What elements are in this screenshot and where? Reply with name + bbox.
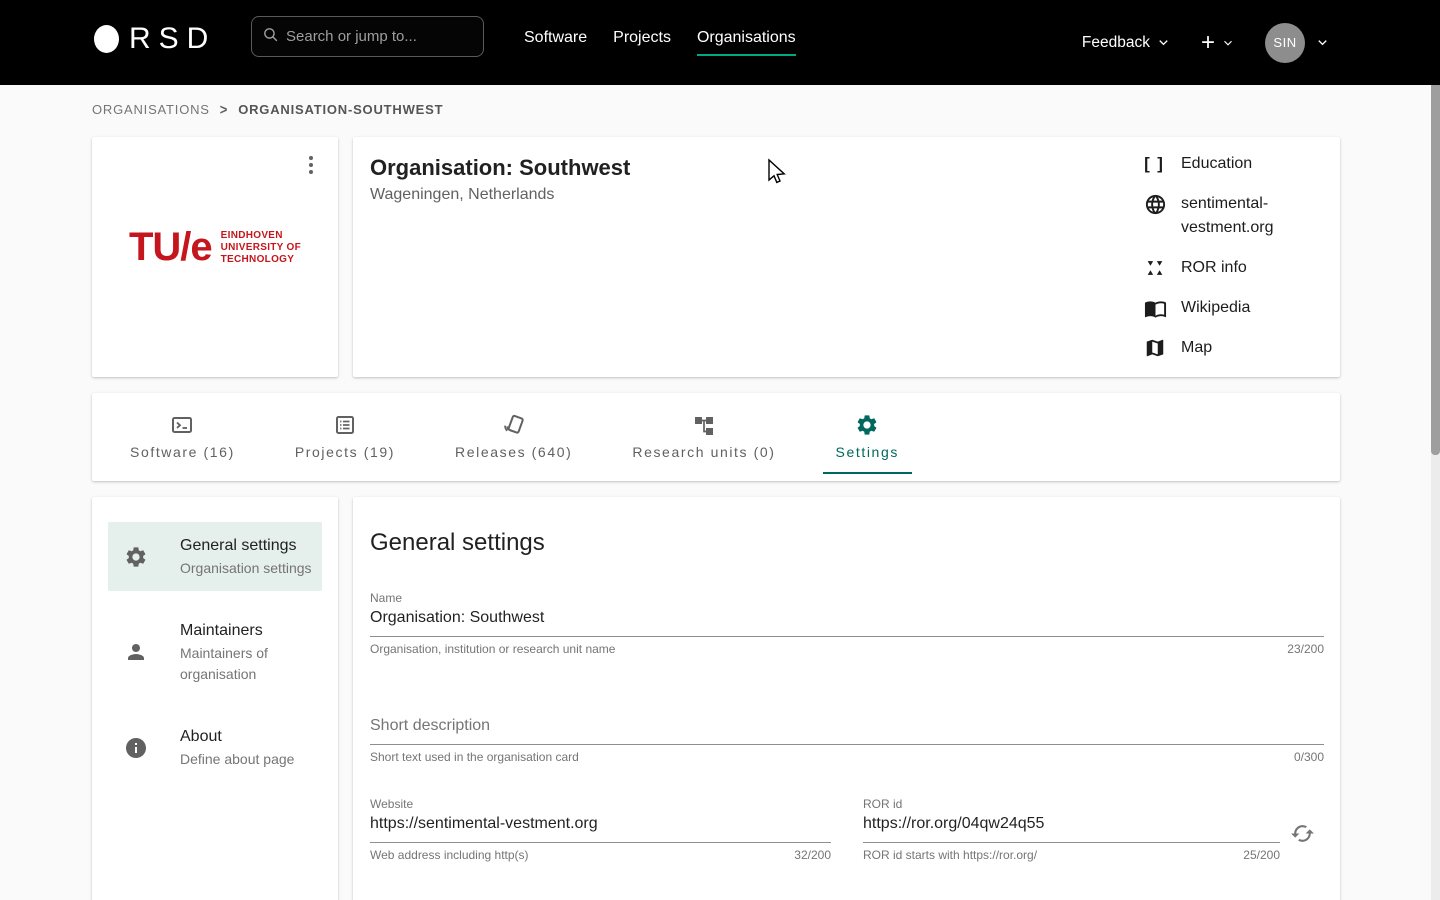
list-icon	[333, 413, 357, 437]
plus-icon: +	[1201, 31, 1215, 55]
gear-icon	[855, 413, 879, 437]
add-menu[interactable]: +	[1201, 31, 1235, 55]
user-menu[interactable]: SIN	[1265, 23, 1330, 63]
scrollbar-track	[1431, 85, 1440, 900]
ror-helper-text: ROR id starts with https://ror.org/	[863, 848, 1037, 862]
nav-link-organisations[interactable]: Organisations	[697, 29, 796, 56]
section-heading: General settings	[370, 529, 545, 557]
website-field: Website Web address including http(s) 32…	[370, 797, 831, 862]
website-field-label: Website	[370, 797, 831, 811]
link-education[interactable]: [ ] Education	[1143, 152, 1333, 176]
avatar[interactable]: SIN	[1265, 23, 1305, 63]
nav-link-software[interactable]: Software	[524, 29, 587, 56]
page: RSD Software Projects Organisations Feed…	[0, 0, 1440, 900]
scrollbar-thumb[interactable]	[1431, 85, 1440, 455]
globe-icon	[1143, 192, 1167, 216]
info-icon	[124, 736, 148, 760]
rsd-logo-text: RSD	[129, 22, 216, 56]
name-input[interactable]	[370, 605, 1324, 637]
ror-id-field: ROR id ROR id starts with https://ror.or…	[863, 797, 1280, 862]
short-description-field: Short text used in the organisation card…	[370, 717, 1324, 764]
feedback-label: Feedback	[1082, 34, 1150, 52]
settings-sidebar: General settings Organisation settings M…	[92, 497, 338, 900]
person-icon	[124, 640, 148, 664]
tue-logo-text: EINDHOVEN UNIVERSITY OF TECHNOLOGY	[221, 230, 301, 266]
name-field-label: Name	[370, 591, 1324, 605]
tab-projects[interactable]: Projects (19)	[282, 413, 408, 474]
short-description-char-counter: 0/300	[1294, 750, 1324, 764]
tab-settings[interactable]: Settings	[823, 413, 912, 474]
ror-icon	[1143, 256, 1167, 280]
tab-releases[interactable]: Releases (640)	[442, 413, 585, 474]
tabs-bar: Software (16) Projects (19) Releases (64…	[92, 393, 1340, 481]
rsd-logo-dot-icon	[94, 25, 119, 53]
name-char-counter: 23/200	[1287, 642, 1324, 656]
sidebar-item-maintainers[interactable]: Maintainers Maintainers of organisation	[108, 607, 322, 697]
breadcrumb-current: ORGANISATION-SOUTHWEST	[238, 102, 443, 117]
breadcrumb-organisations[interactable]: ORGANISATIONS	[92, 102, 210, 117]
brackets-icon: [ ]	[1143, 152, 1167, 176]
link-map[interactable]: Map	[1143, 336, 1333, 360]
navbar-right: Feedback + SIN	[1082, 0, 1330, 85]
navbar: RSD Software Projects Organisations Feed…	[0, 0, 1440, 85]
general-settings-panel: General settings Name Organisation, inst…	[353, 497, 1340, 900]
gear-icon	[124, 545, 148, 569]
link-wikipedia[interactable]: Wikipedia	[1143, 296, 1333, 320]
website-input[interactable]	[370, 811, 831, 843]
organisation-header-card: Organisation: Southwest Wageningen, Neth…	[353, 137, 1340, 377]
tue-logo-mark: TU/e	[129, 225, 212, 270]
chevron-down-icon	[1156, 35, 1171, 50]
ror-id-input[interactable]	[863, 811, 1280, 843]
short-description-helper-text: Short text used in the organisation card	[370, 750, 579, 764]
chevron-right-icon: >	[220, 101, 228, 118]
chevron-down-icon	[1315, 35, 1330, 50]
sidebar-item-about[interactable]: About Define about page	[108, 713, 322, 782]
feedback-menu[interactable]: Feedback	[1082, 34, 1171, 52]
breadcrumb: ORGANISATIONS > ORGANISATION-SOUTHWEST	[92, 102, 443, 117]
website-helper-text: Web address including http(s)	[370, 848, 529, 862]
organisation-location: Wageningen, Netherlands	[370, 186, 554, 204]
sidebar-item-general-settings[interactable]: General settings Organisation settings	[108, 522, 322, 591]
name-helper-text: Organisation, institution or research un…	[370, 642, 615, 656]
main-nav: Software Projects Organisations	[524, 0, 796, 85]
tab-research-units[interactable]: Research units (0)	[619, 413, 788, 474]
map-icon	[1143, 336, 1167, 360]
tree-icon	[692, 413, 716, 437]
release-icon	[502, 413, 526, 437]
search-icon	[262, 26, 279, 48]
ror-sync-button[interactable]	[1289, 821, 1315, 847]
nav-link-projects[interactable]: Projects	[613, 29, 671, 56]
link-ror-info[interactable]: ROR info	[1143, 256, 1333, 280]
ror-field-label: ROR id	[863, 797, 1280, 811]
search-input[interactable]	[286, 28, 456, 45]
sync-icon	[1290, 834, 1315, 849]
ror-char-counter: 25/200	[1243, 848, 1280, 862]
global-search[interactable]	[251, 16, 484, 57]
short-description-input[interactable]	[370, 717, 1324, 745]
organisation-logo-card: TU/e EINDHOVEN UNIVERSITY OF TECHNOLOGY	[92, 137, 338, 377]
rsd-logo[interactable]: RSD	[94, 22, 216, 56]
more-options-icon[interactable]	[306, 153, 316, 177]
tab-software[interactable]: Software (16)	[117, 413, 248, 474]
organisation-logo: TU/e EINDHOVEN UNIVERSITY OF TECHNOLOGY	[92, 225, 338, 270]
terminal-icon	[170, 413, 194, 437]
chevron-down-icon	[1221, 36, 1235, 50]
link-website[interactable]: sentimental-vestment.org	[1143, 192, 1333, 240]
page-title: Organisation: Southwest	[370, 155, 630, 181]
organisation-links: [ ] Education sentimental-vestment.org R…	[1143, 152, 1333, 360]
name-field: Name Organisation, institution or resear…	[370, 591, 1324, 656]
book-icon	[1143, 296, 1167, 320]
website-char-counter: 32/200	[794, 848, 831, 862]
